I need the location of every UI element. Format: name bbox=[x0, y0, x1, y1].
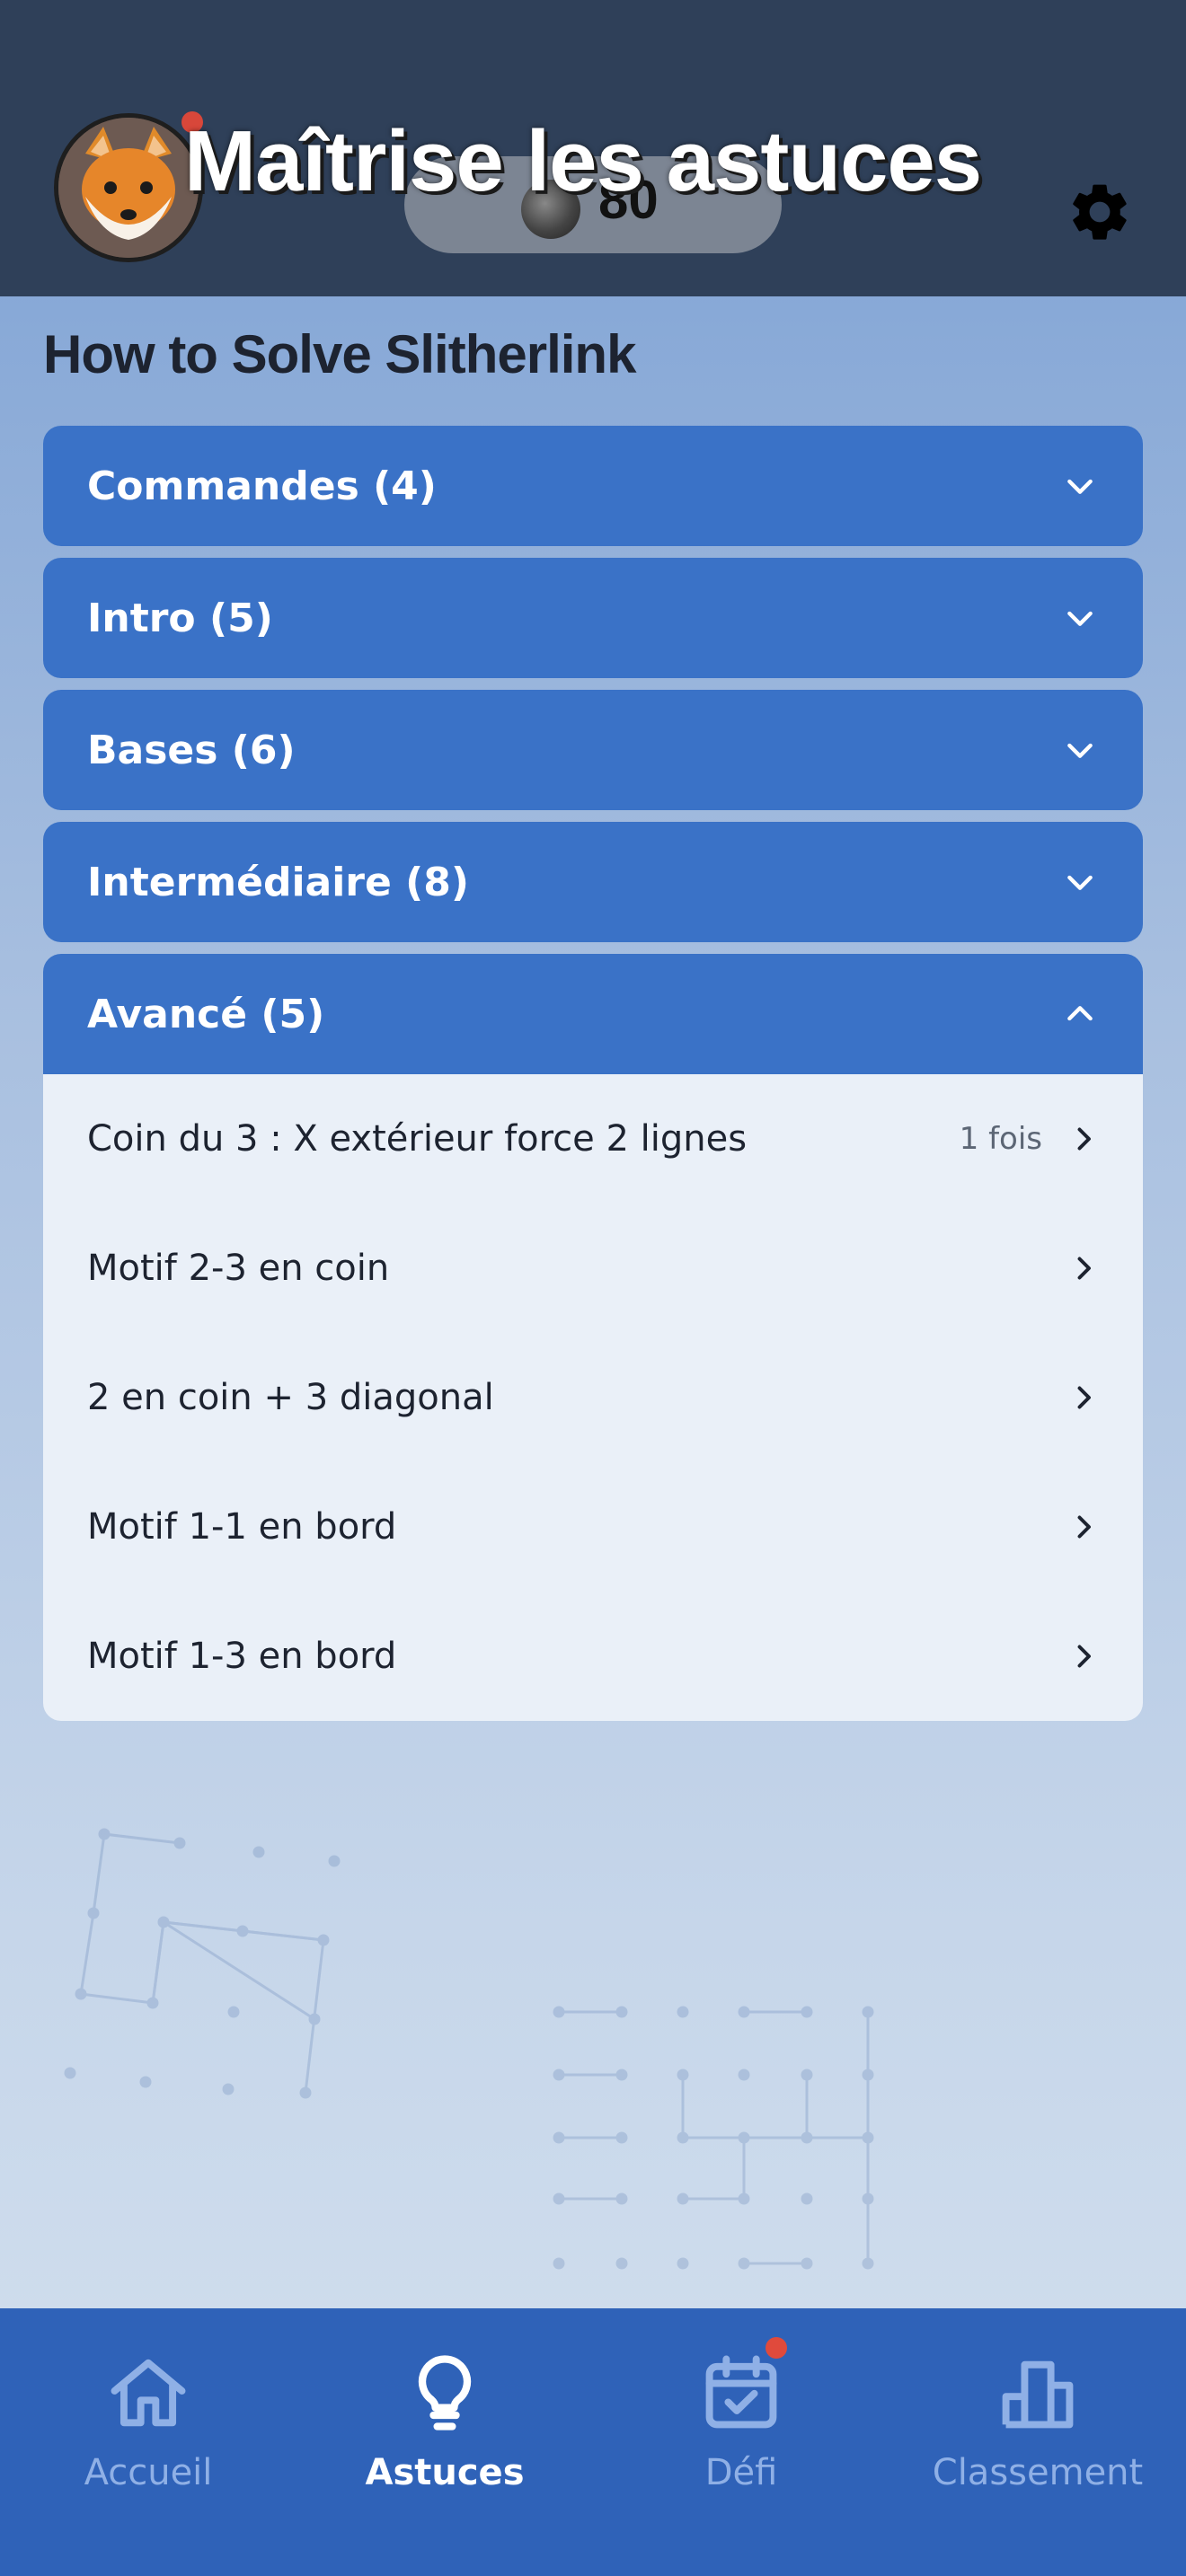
tip-label: Coin du 3 : X extérieur force 2 lignes bbox=[87, 1118, 748, 1160]
chevron-down-icon bbox=[1067, 743, 1093, 758]
tip-item[interactable]: Motif 1-1 en bord bbox=[43, 1462, 1143, 1592]
chevron-down-icon bbox=[1067, 611, 1093, 626]
nav-label: Défi bbox=[704, 2452, 778, 2493]
bottom-navigation: Accueil Astuces Défi Classement bbox=[0, 2308, 1186, 2576]
nav-item-classement[interactable]: Classement bbox=[890, 2308, 1186, 2576]
tip-item[interactable]: Coin du 3 : X extérieur force 2 lignes 1… bbox=[43, 1074, 1143, 1204]
section-label: Bases (6) bbox=[87, 727, 296, 773]
lightbulb-icon bbox=[418, 2355, 472, 2430]
section-label: Avancé (5) bbox=[87, 991, 325, 1037]
calendar-check-icon bbox=[705, 2355, 777, 2429]
nav-label: Astuces bbox=[365, 2452, 525, 2493]
chevron-right-icon bbox=[1077, 1645, 1091, 1668]
chevron-up-icon bbox=[1067, 1006, 1093, 1021]
section-intro[interactable]: Intro (5) bbox=[43, 558, 1143, 678]
fox-avatar-icon bbox=[58, 118, 199, 258]
gear-icon bbox=[1073, 184, 1127, 240]
background-puzzle-decoration bbox=[553, 2006, 874, 2270]
background-puzzle-decoration bbox=[64, 1828, 341, 2099]
bar-chart-icon bbox=[1002, 2360, 1074, 2429]
section-label: Intermédiaire (8) bbox=[87, 859, 470, 905]
page-title: How to Solve Slitherlink bbox=[43, 324, 636, 384]
section-commandes[interactable]: Commandes (4) bbox=[43, 426, 1143, 546]
chevron-down-icon bbox=[1067, 875, 1093, 890]
chevron-right-icon bbox=[1077, 1386, 1091, 1409]
nav-item-defi[interactable]: Défi bbox=[593, 2308, 890, 2576]
section-label: Intro (5) bbox=[87, 595, 273, 641]
nav-label: Accueil bbox=[84, 2452, 213, 2493]
tip-label: Motif 1-1 en bord bbox=[87, 1506, 397, 1548]
nav-label: Classement bbox=[932, 2452, 1144, 2493]
nav-item-accueil[interactable]: Accueil bbox=[0, 2308, 296, 2576]
section-avance[interactable]: Avancé (5) bbox=[43, 954, 1143, 1074]
chevron-right-icon bbox=[1077, 1257, 1091, 1280]
tip-item[interactable]: 2 en coin + 3 diagonal bbox=[43, 1333, 1143, 1462]
chevron-right-icon bbox=[1077, 1127, 1091, 1151]
settings-button[interactable] bbox=[1066, 178, 1134, 246]
chevron-right-icon bbox=[1077, 1515, 1091, 1539]
tip-item[interactable]: Motif 2-3 en coin bbox=[43, 1204, 1143, 1333]
header-title: Maîtrise les astuces bbox=[184, 113, 982, 209]
tip-label: Motif 2-3 en coin bbox=[87, 1248, 390, 1289]
section-intermediaire[interactable]: Intermédiaire (8) bbox=[43, 822, 1143, 942]
section-avance-content: Coin du 3 : X extérieur force 2 lignes 1… bbox=[43, 1074, 1143, 1721]
notification-badge bbox=[766, 2337, 787, 2359]
section-label: Commandes (4) bbox=[87, 463, 437, 509]
home-icon bbox=[111, 2359, 186, 2427]
nav-item-astuces[interactable]: Astuces bbox=[296, 2308, 593, 2576]
section-bases[interactable]: Bases (6) bbox=[43, 690, 1143, 810]
chevron-down-icon bbox=[1067, 479, 1093, 494]
avatar[interactable] bbox=[54, 113, 203, 262]
tip-usage-count: 1 fois bbox=[959, 1121, 1042, 1157]
tip-item[interactable]: Motif 1-3 en bord bbox=[43, 1592, 1143, 1721]
tip-label: 2 en coin + 3 diagonal bbox=[87, 1377, 494, 1418]
tip-label: Motif 1-3 en bord bbox=[87, 1636, 397, 1677]
